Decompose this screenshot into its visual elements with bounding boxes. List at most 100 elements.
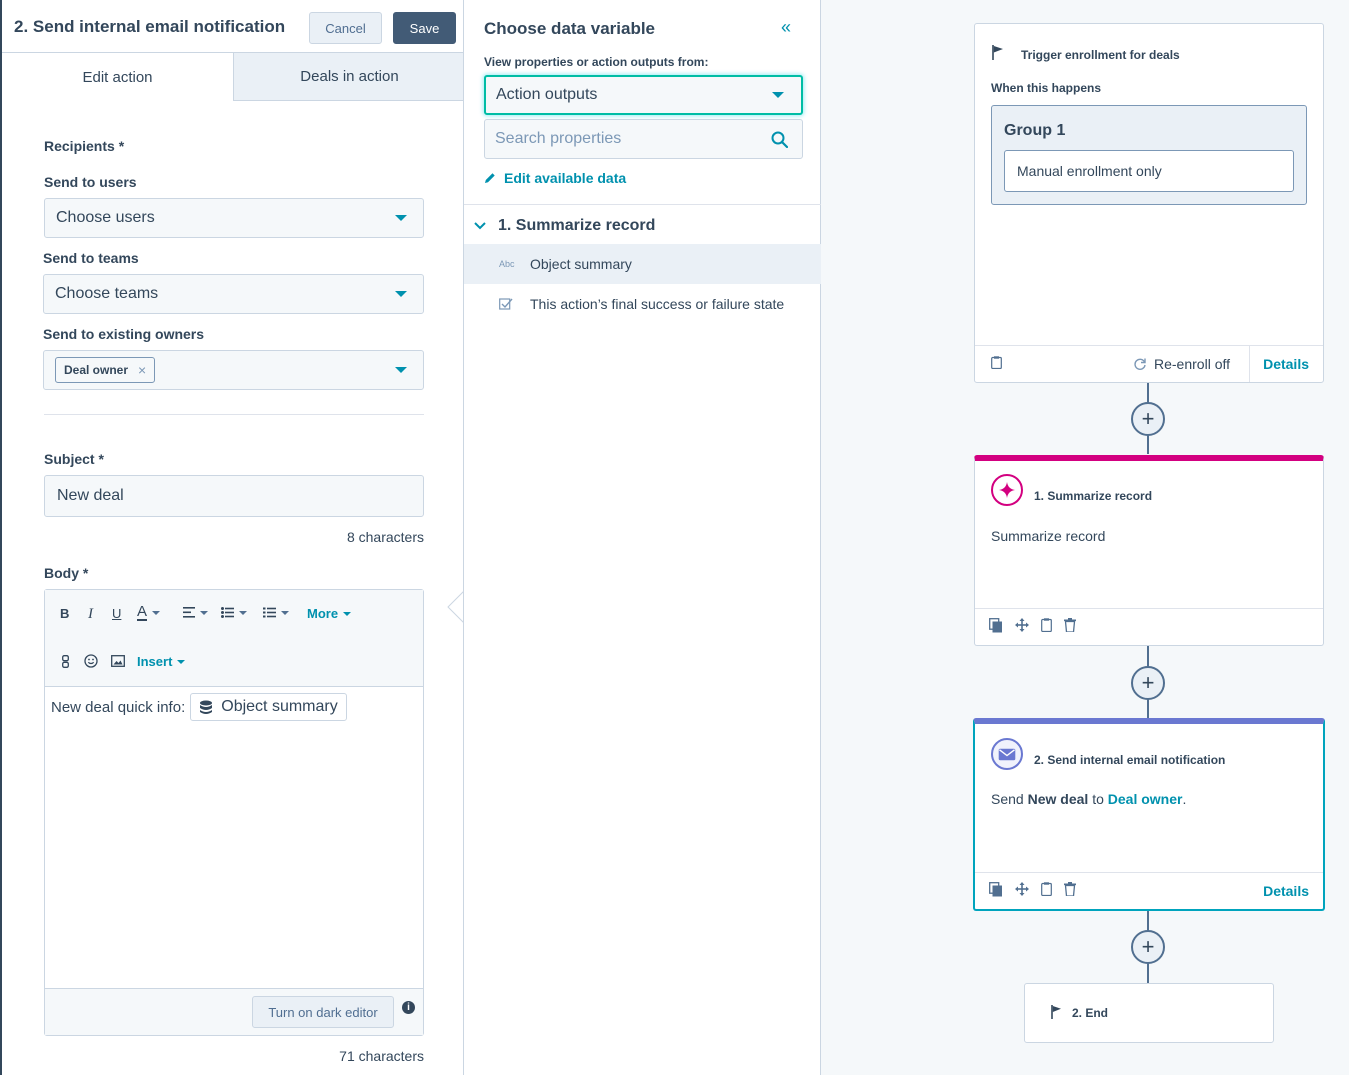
text-type-icon: Abc	[499, 259, 515, 269]
chevron-down-icon	[395, 367, 407, 373]
step2-description: Send New deal to Deal owner.	[991, 791, 1186, 807]
chevron-down-icon	[200, 610, 208, 615]
link-icon	[62, 655, 69, 668]
source-value: Action outputs	[496, 86, 598, 103]
body-editor[interactable]: B I U A More Insert New deal quick info:…	[44, 589, 424, 1036]
more-menu[interactable]: More	[307, 606, 352, 621]
clipboard-icon[interactable]	[1041, 882, 1052, 896]
edit-available-data-link[interactable]: Edit available data	[484, 170, 626, 186]
link-button[interactable]	[62, 655, 69, 668]
card-footer: Re-enroll off Details	[975, 345, 1323, 382]
filter-group: Group 1 Manual enrollment only	[991, 105, 1307, 205]
step1-title: 1. Summarize record	[1034, 489, 1153, 503]
group-label: Group 1	[1004, 122, 1066, 139]
reenroll-status: Re-enroll off	[1133, 356, 1230, 372]
divider	[464, 204, 821, 205]
subject-input[interactable]: New deal	[44, 475, 424, 517]
text-color-button[interactable]: A	[137, 603, 161, 621]
panel-tabs: Edit action Deals in action	[2, 53, 465, 101]
bullet-list-button[interactable]	[221, 607, 247, 618]
email-icon-circle	[991, 738, 1023, 770]
insert-menu[interactable]: Insert	[137, 654, 186, 669]
editor-footer: Turn on dark editor i	[45, 988, 423, 1035]
variable-item-final-state[interactable]: This action’s final success or failure s…	[464, 284, 821, 324]
tab-deals-in-action[interactable]: Deals in action	[233, 53, 465, 101]
card-actions	[989, 882, 1076, 897]
numbered-list-button[interactable]	[263, 607, 289, 618]
summarize-record-card[interactable]: 1. Summarize record Summarize record	[974, 455, 1324, 646]
italic-button[interactable]: I	[88, 606, 93, 623]
variable-item-label: Object summary	[530, 256, 632, 272]
step2-details-link[interactable]: Details	[1263, 883, 1309, 899]
chip-label: Deal owner	[64, 363, 129, 377]
object-summary-token[interactable]: Object summary	[190, 693, 347, 721]
card-footer: Details	[975, 872, 1323, 909]
trash-icon[interactable]	[1064, 882, 1076, 896]
numbered-list-icon	[263, 607, 276, 618]
when-label: When this happens	[991, 81, 1102, 95]
card-actions	[989, 618, 1076, 633]
sparkle-icon	[999, 482, 1015, 498]
end-card[interactable]: 2. End	[1024, 983, 1274, 1043]
cancel-button[interactable]: Cancel	[309, 12, 382, 44]
ai-sparkle-icon	[991, 474, 1023, 506]
recipients-label: Recipients *	[44, 138, 125, 154]
move-icon[interactable]	[1015, 618, 1029, 632]
source-dropdown[interactable]: Action outputs	[484, 75, 803, 115]
send-email-card[interactable]: 2. Send internal email notification Send…	[973, 718, 1325, 911]
close-icon[interactable]: ×	[138, 362, 146, 378]
email-icon	[998, 748, 1016, 760]
move-icon[interactable]	[1015, 882, 1029, 896]
variable-group-label: 1. Summarize record	[498, 217, 656, 234]
pencil-icon	[485, 173, 495, 183]
underline-button[interactable]: U	[112, 606, 121, 621]
clipboard-icon[interactable]	[991, 356, 1002, 369]
chevron-down-icon	[281, 610, 289, 615]
copy-icon[interactable]	[989, 882, 1003, 897]
send-to-users-value: Choose users	[56, 209, 155, 226]
copy-icon[interactable]	[989, 618, 1003, 633]
add-action-button[interactable]: +	[1131, 930, 1165, 964]
text-color-icon: A	[137, 603, 148, 621]
collapse-icon[interactable]: «	[781, 18, 791, 36]
edit-data-label: Edit available data	[504, 170, 627, 186]
desc-recipient: Deal owner	[1107, 791, 1183, 807]
chevron-down-icon	[239, 610, 247, 615]
desc-subject: New deal	[1027, 791, 1089, 807]
emoji-button[interactable]	[84, 654, 98, 668]
align-button[interactable]	[183, 607, 208, 618]
desc-end: .	[1182, 791, 1187, 807]
dark-editor-button[interactable]: Turn on dark editor	[252, 996, 394, 1028]
chevron-down-icon	[152, 610, 161, 615]
send-to-teams-label: Send to teams	[43, 250, 139, 266]
align-left-icon	[183, 607, 195, 618]
search-input[interactable]: Search properties	[484, 119, 803, 159]
trash-icon[interactable]	[1064, 618, 1076, 632]
chevron-down-icon	[177, 659, 186, 664]
bullet-list-icon	[221, 607, 234, 618]
trigger-details-link[interactable]: Details	[1263, 356, 1309, 372]
bold-button[interactable]: B	[60, 606, 69, 621]
send-to-users-dropdown[interactable]: Choose users	[44, 198, 424, 238]
body-label: Body *	[44, 565, 89, 581]
flag-icon	[1051, 1005, 1061, 1019]
subject-char-count: 8 characters	[346, 529, 424, 545]
clipboard-icon[interactable]	[1041, 618, 1052, 632]
section-divider	[44, 414, 424, 415]
chevron-down-icon	[474, 222, 486, 230]
trigger-card[interactable]: Trigger enrollment for deals When this h…	[974, 23, 1324, 383]
image-button[interactable]	[111, 655, 125, 667]
save-button[interactable]: Save	[393, 12, 456, 44]
add-action-button[interactable]: +	[1131, 666, 1165, 700]
chevron-down-icon	[343, 611, 352, 616]
add-action-button[interactable]: +	[1131, 402, 1165, 436]
variable-group-header[interactable]: 1. Summarize record	[474, 217, 655, 235]
send-to-owners-dropdown[interactable]: Deal owner ×	[43, 350, 424, 390]
flag-icon	[992, 45, 1003, 60]
tab-edit-action[interactable]: Edit action	[2, 53, 233, 101]
chevron-down-icon	[772, 92, 784, 98]
send-to-teams-dropdown[interactable]: Choose teams	[43, 274, 424, 314]
editor-content[interactable]: New deal quick info: Object summary	[51, 693, 347, 721]
info-icon[interactable]: i	[402, 1001, 415, 1014]
variable-item-object-summary[interactable]: Abc Object summary	[464, 244, 821, 284]
